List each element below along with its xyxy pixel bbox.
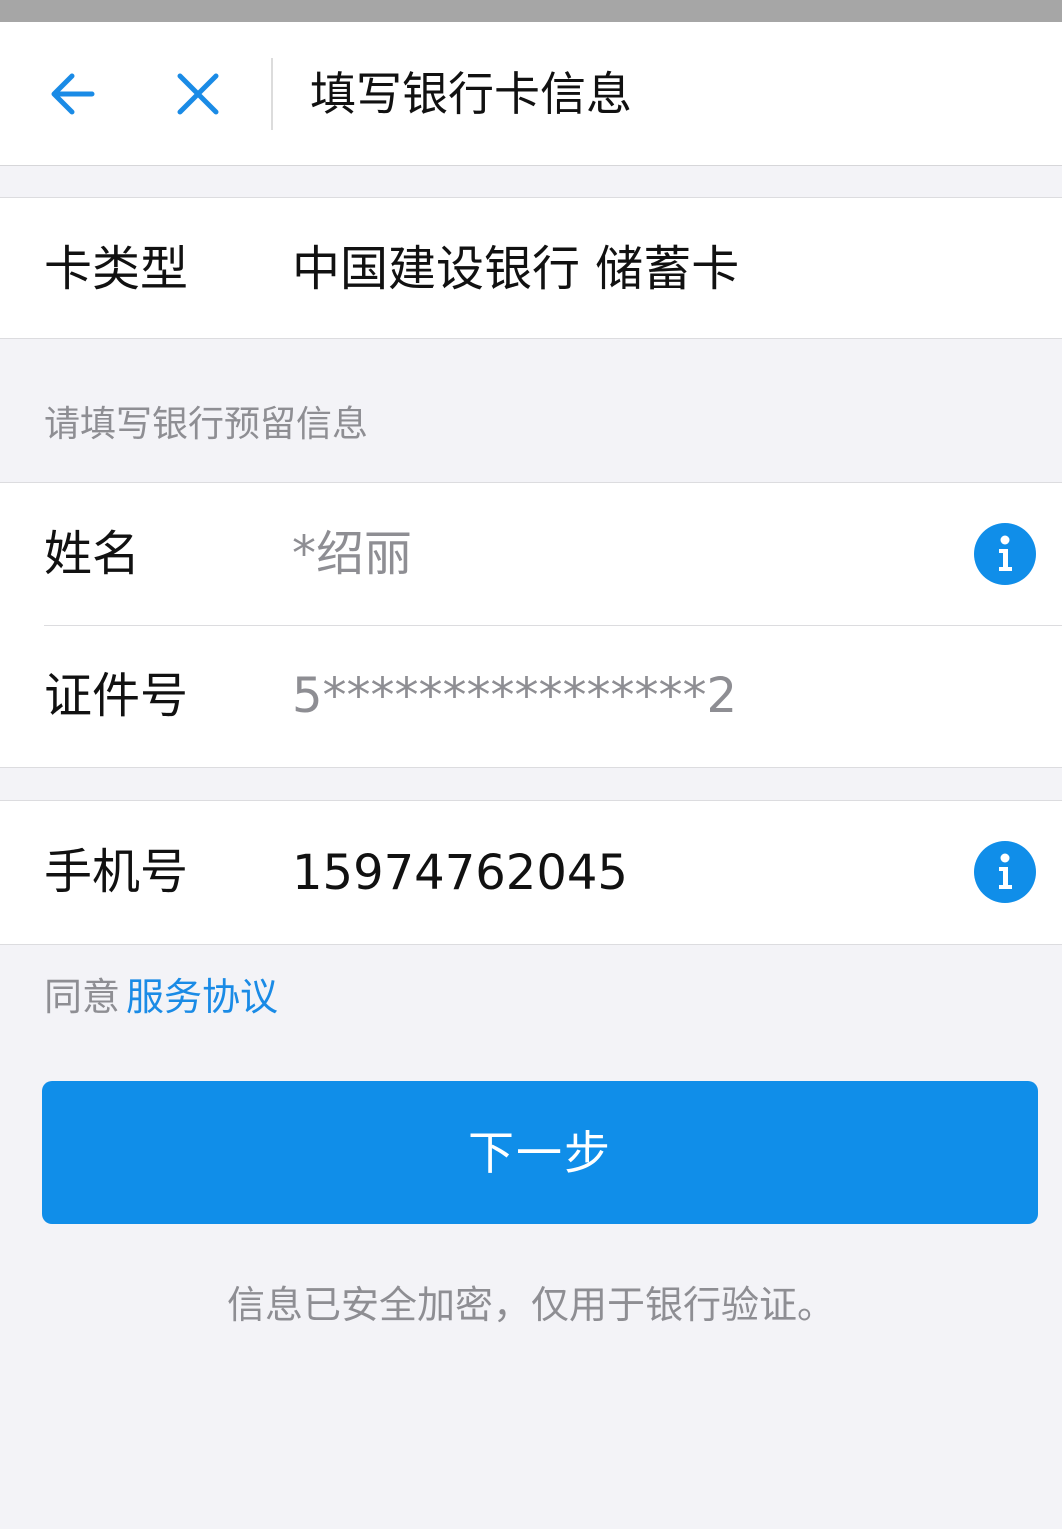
name-value: *绍丽 bbox=[292, 526, 413, 582]
phone-label: 手机号 bbox=[44, 844, 189, 900]
next-step-button[interactable]: 下一步 bbox=[42, 1081, 1038, 1224]
status-bar bbox=[0, 0, 1062, 22]
card-type-section: 卡类型 中国建设银行 储蓄卡 bbox=[0, 197, 1062, 339]
agreement-line: 同意 服务协议 bbox=[44, 972, 278, 1022]
card-type-label: 卡类型 bbox=[44, 241, 189, 297]
info-icon[interactable] bbox=[974, 523, 1036, 585]
nav-separator bbox=[271, 58, 273, 130]
service-agreement-link[interactable]: 服务协议 bbox=[126, 975, 278, 1019]
back-button[interactable] bbox=[44, 66, 100, 122]
info-icon[interactable] bbox=[974, 841, 1036, 903]
phone-input[interactable] bbox=[292, 801, 892, 944]
card-type-value: 中国建设银行 储蓄卡 bbox=[292, 241, 740, 297]
name-label: 姓名 bbox=[44, 526, 141, 582]
id-number-value: 5****************2 bbox=[292, 668, 738, 724]
card-type-row: 卡类型 中国建设银行 储蓄卡 bbox=[0, 198, 1062, 340]
agreement-prefix: 同意 bbox=[44, 975, 121, 1019]
back-arrow-icon bbox=[51, 73, 95, 115]
reserved-info-section: 姓名 *绍丽 证件号 5****************2 bbox=[0, 482, 1062, 768]
phone-section: 手机号 bbox=[0, 800, 1062, 945]
id-number-label: 证件号 bbox=[44, 668, 189, 724]
page-title: 填写银行卡信息 bbox=[310, 67, 632, 121]
reserved-info-hint: 请填写银行预留信息 bbox=[44, 404, 369, 445]
security-note: 信息已安全加密，仅用于银行验证。 bbox=[226, 1283, 835, 1327]
id-number-row: 证件号 5****************2 bbox=[0, 625, 1062, 767]
phone-row: 手机号 bbox=[0, 801, 1062, 944]
close-button[interactable] bbox=[170, 66, 226, 122]
navigation-bar: 填写银行卡信息 bbox=[0, 22, 1062, 166]
name-row[interactable]: 姓名 *绍丽 bbox=[0, 483, 1062, 625]
close-icon bbox=[177, 73, 219, 115]
